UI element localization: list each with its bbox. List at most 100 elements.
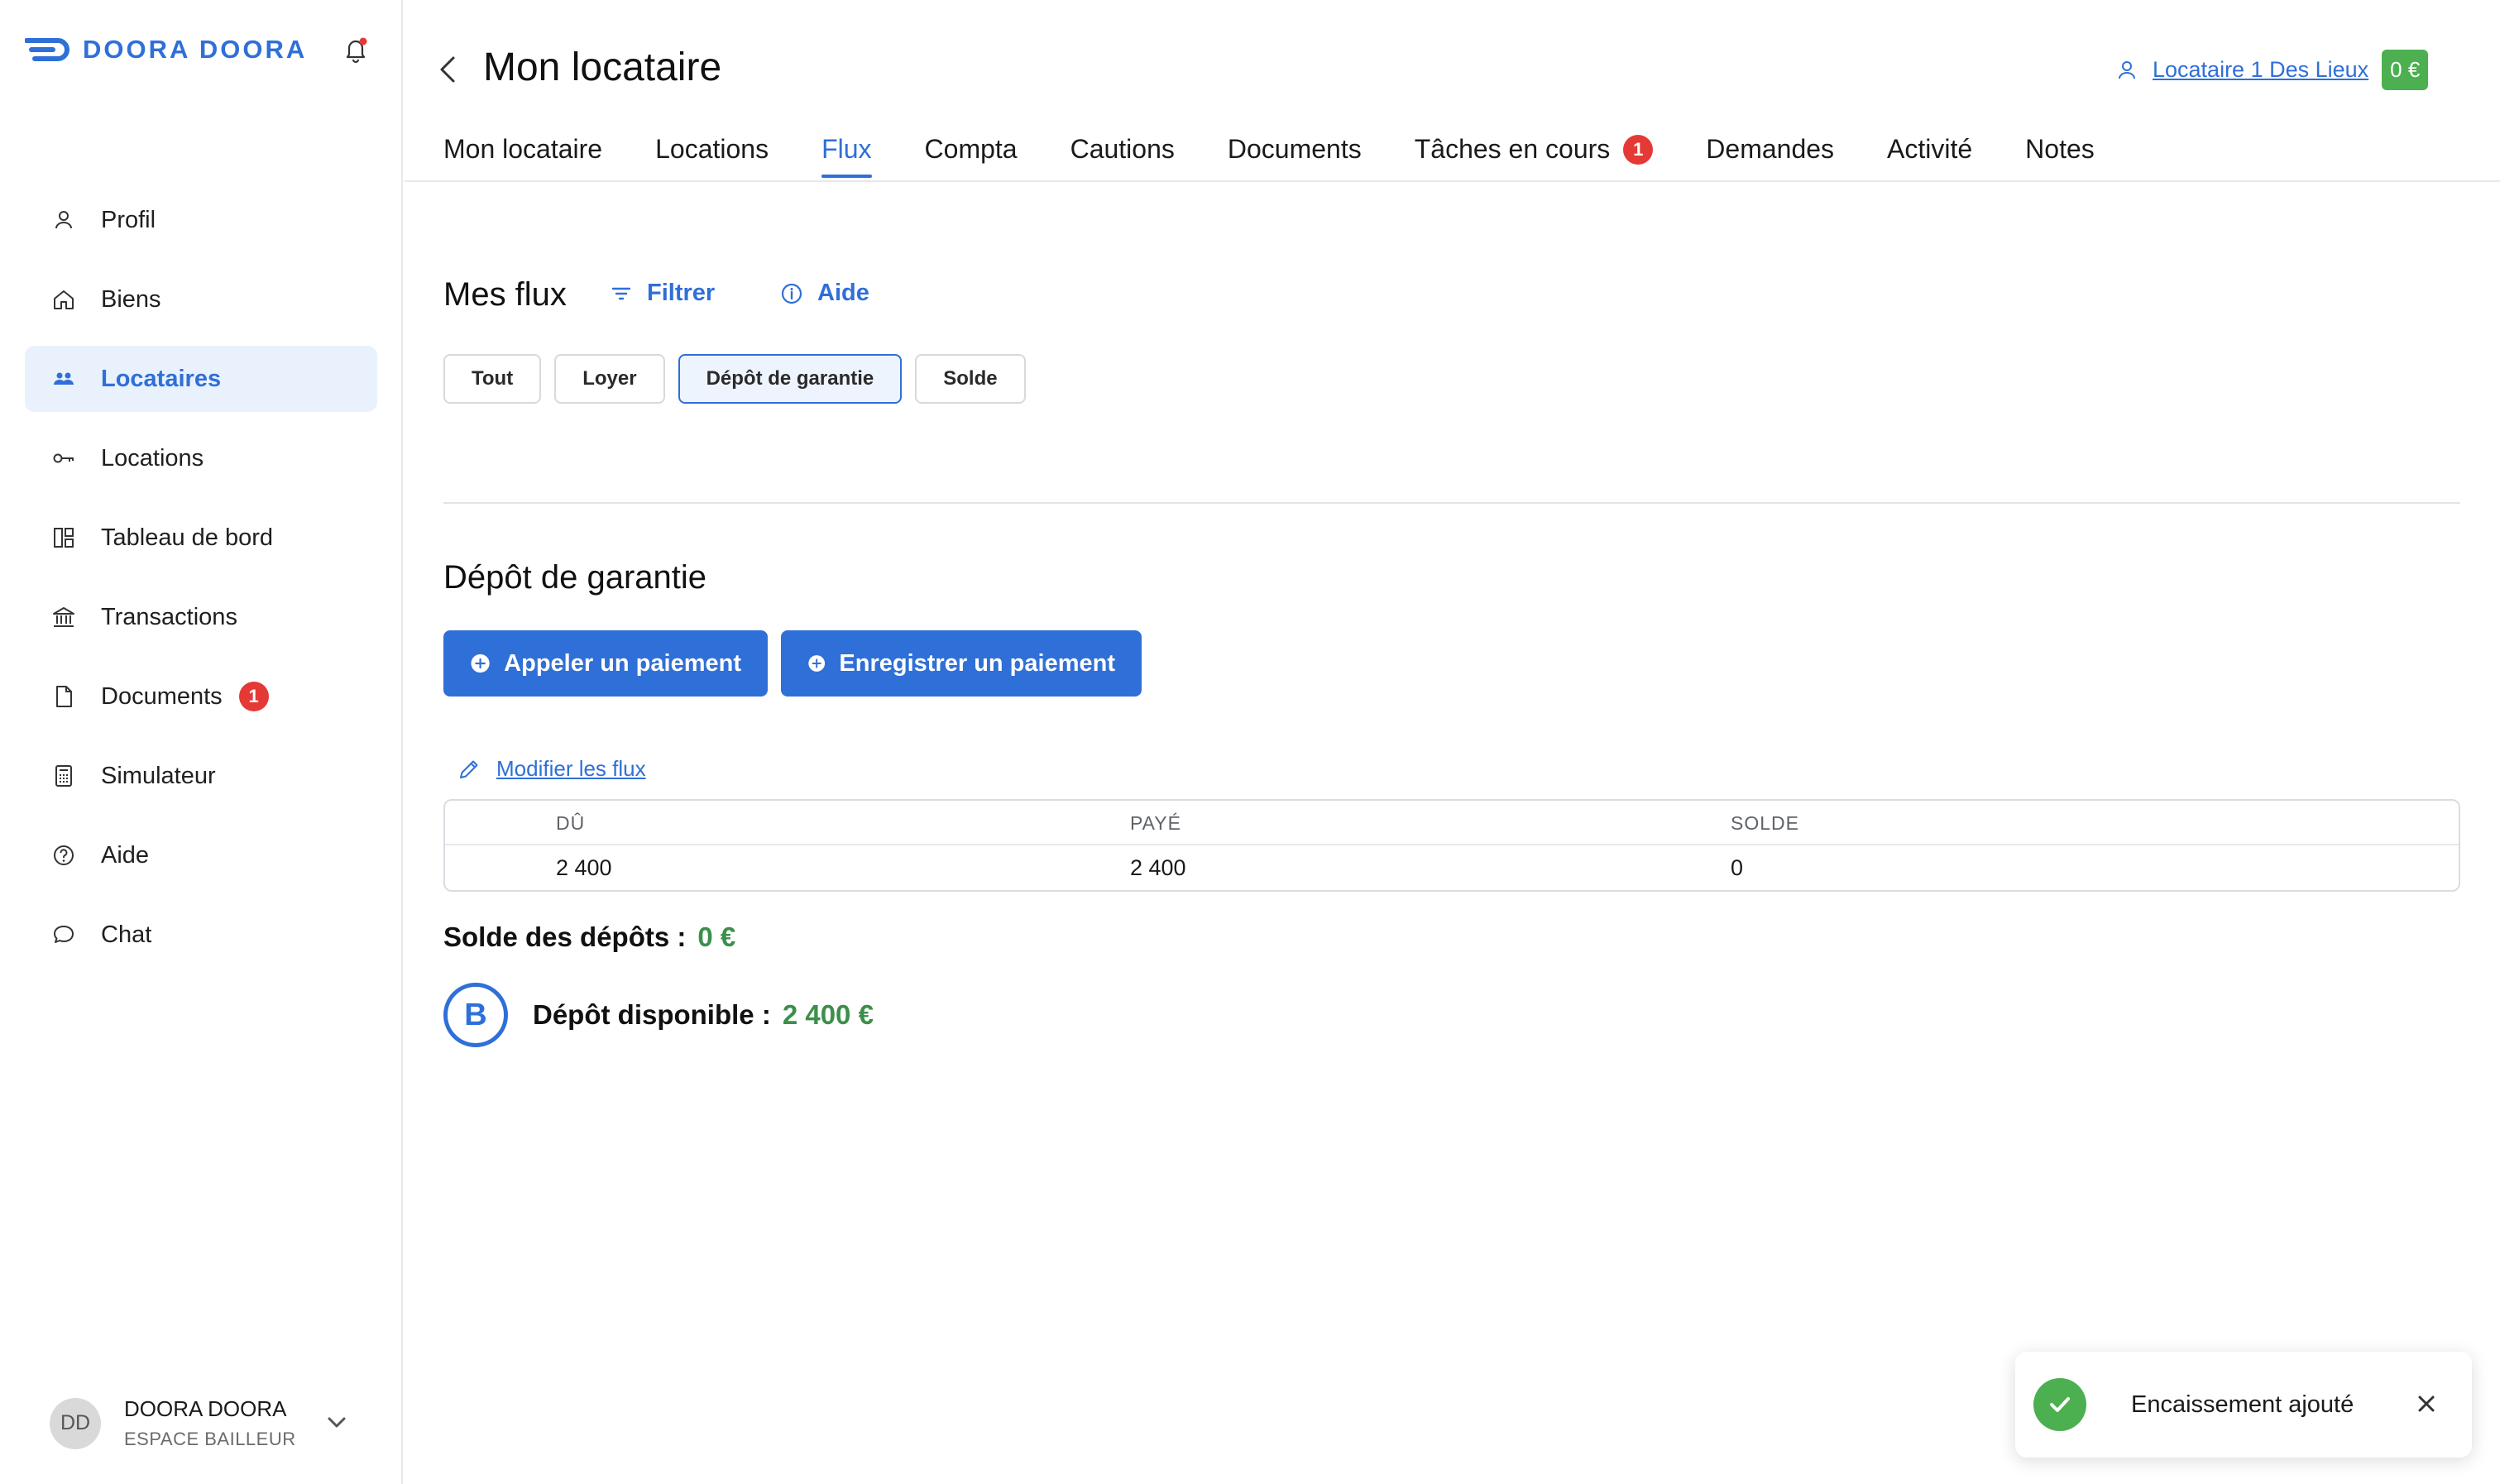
record-payment-label: Enregistrer un paiement [839,649,1115,677]
user-name: DOORA DOORA [124,1396,287,1421]
tabs-divider [405,180,2500,182]
key-icon [50,444,78,472]
help-button[interactable]: Aide [779,280,869,307]
tab-label: Tâches en cours [1414,134,1611,164]
tab-locations[interactable]: Locations [655,134,769,176]
sidebar-item-locataires[interactable]: Locataires [25,346,377,412]
tab-label: Mon locataire [443,134,603,164]
chip-depot-de-garantie[interactable]: Dépôt de garantie [678,354,903,404]
modify-flux-link[interactable]: Modifier les flux [457,756,646,782]
deposit-balance-value: 0 € [697,922,736,952]
help-icon [50,841,78,869]
sidebar-item-label: Chat [101,921,152,948]
sidebar-item-label: Aide [101,841,150,869]
filter-icon [611,287,631,299]
tab-flux[interactable]: Flux [821,134,872,178]
notifications-bell-icon[interactable] [341,35,371,65]
filter-button[interactable]: Filtrer [609,280,715,307]
user-icon [2119,60,2135,79]
available-deposit-label: Dépôt disponible : [533,999,771,1030]
tenant-balance-badge: 0 € [2382,50,2429,90]
tab-notes[interactable]: Notes [2025,134,2095,176]
tab-label: Activité [1887,134,1973,164]
deposit-balance-label: Solde des dépôts : [443,922,687,952]
sidebar-item-label: Locations [101,444,204,472]
tab-activite[interactable]: Activité [1887,134,1972,176]
tasks-count-badge: 1 [1623,134,1654,165]
sidebar-item-biens[interactable]: Biens [25,266,377,333]
help-label: Aide [817,280,869,306]
user-icon [50,206,78,234]
sidebar-item-simulateur[interactable]: Simulateur [25,743,377,809]
sidebar-item-label: Documents [101,682,223,710]
page-title: Mon locataire [483,45,722,89]
deposit-balance: Solde des dépôts : 0 € [443,922,735,953]
user-menu[interactable]: DD DOORA DOORA ESPACE BAILLEUR [50,1396,346,1450]
plus-circle-icon [471,653,490,673]
pencil-icon [460,760,478,778]
info-icon [781,283,802,304]
users-icon [50,365,78,393]
home-icon [50,285,78,314]
brand-logo[interactable]: DOORA DOORA [25,33,307,66]
sidebar-item-profil[interactable]: Profil [25,187,377,253]
check-circle-icon [2033,1378,2086,1431]
deposit-table: DÛ PAYÉ SOLDE 2 400 2 400 0 [443,799,2460,892]
tab-mon-locataire[interactable]: Mon locataire [443,134,602,176]
flux-section-title: Mes flux [443,276,567,313]
sidebar-item-tableau-de-bord[interactable]: Tableau de bord [25,505,377,571]
sidebar-item-label: Profil [101,206,156,233]
table-cell-solde: 0 [1731,855,1744,880]
documents-count-badge: 1 [238,682,269,711]
toast-message: Encaissement ajouté [2131,1391,2354,1418]
dashboard-icon [50,524,78,552]
tab-label: Notes [2025,134,2095,164]
tab-cautions[interactable]: Cautions [1070,134,1175,176]
back-button[interactable] [432,51,465,88]
tab-label: Documents [1227,134,1362,164]
table-header-paye: PAYÉ [1130,812,1181,834]
tab-taches-en-cours[interactable]: Tâches en cours 1 [1415,134,1654,176]
sidebar-item-label: Simulateur [101,762,216,789]
deposit-section-title: Dépôt de garantie [443,559,707,596]
sidebar-item-chat[interactable]: Chat [25,902,377,968]
chip-solde[interactable]: Solde [915,354,1026,404]
available-deposit-badge: B [443,983,508,1047]
sidebar-item-documents[interactable]: Documents 1 [25,663,377,730]
sidebar-item-aide[interactable]: Aide [25,822,377,888]
chip-loyer[interactable]: Loyer [554,354,665,404]
document-icon [50,682,78,711]
sidebar-item-label: Tableau de bord [101,524,273,551]
avatar: DD [50,1397,101,1449]
sidebar-item-locations[interactable]: Locations [25,425,377,491]
tab-label: Cautions [1070,134,1175,164]
table-cell-paye: 2 400 [1130,855,1186,880]
tab-label: Demandes [1706,134,1835,164]
tab-documents[interactable]: Documents [1228,134,1362,176]
close-icon[interactable] [2411,1388,2442,1419]
record-payment-button[interactable]: Enregistrer un paiement [781,630,1142,697]
chip-tout[interactable]: Tout [443,354,542,404]
tabs-bar: Mon locataire Locations Flux Compta Caut… [443,134,2148,178]
brand-name: DOORA DOORA [83,35,308,64]
plus-circle-icon [808,655,826,672]
tenant-info: Locataire 1 Des Lieux 0 € [2114,50,2429,90]
section-divider [443,502,2460,504]
chevron-down-icon[interactable] [323,1408,351,1436]
chevron-left-icon [440,56,455,83]
tab-compta[interactable]: Compta [925,134,1018,176]
sidebar-item-transactions[interactable]: Transactions [25,584,377,650]
flux-filter-chips: Tout Loyer Dépôt de garantie Solde [443,354,1039,404]
tab-demandes[interactable]: Demandes [1706,134,1834,176]
calculator-icon [50,762,78,790]
table-header-solde: SOLDE [1731,812,1799,834]
chat-icon [50,921,78,949]
doora-logo-icon [25,38,69,61]
sidebar-nav: Profil Biens Locataires Locations Tablea… [25,187,377,981]
call-payment-button[interactable]: Appeler un paiement [443,630,768,697]
modify-flux-label: Modifier les flux [496,756,646,781]
available-deposit: Dépôt disponible : 2 400 € [533,999,874,1031]
tenant-link[interactable]: Locataire 1 Des Lieux [2153,57,2368,83]
sidebar-item-label: Biens [101,285,161,313]
tab-label: Locations [655,134,769,164]
